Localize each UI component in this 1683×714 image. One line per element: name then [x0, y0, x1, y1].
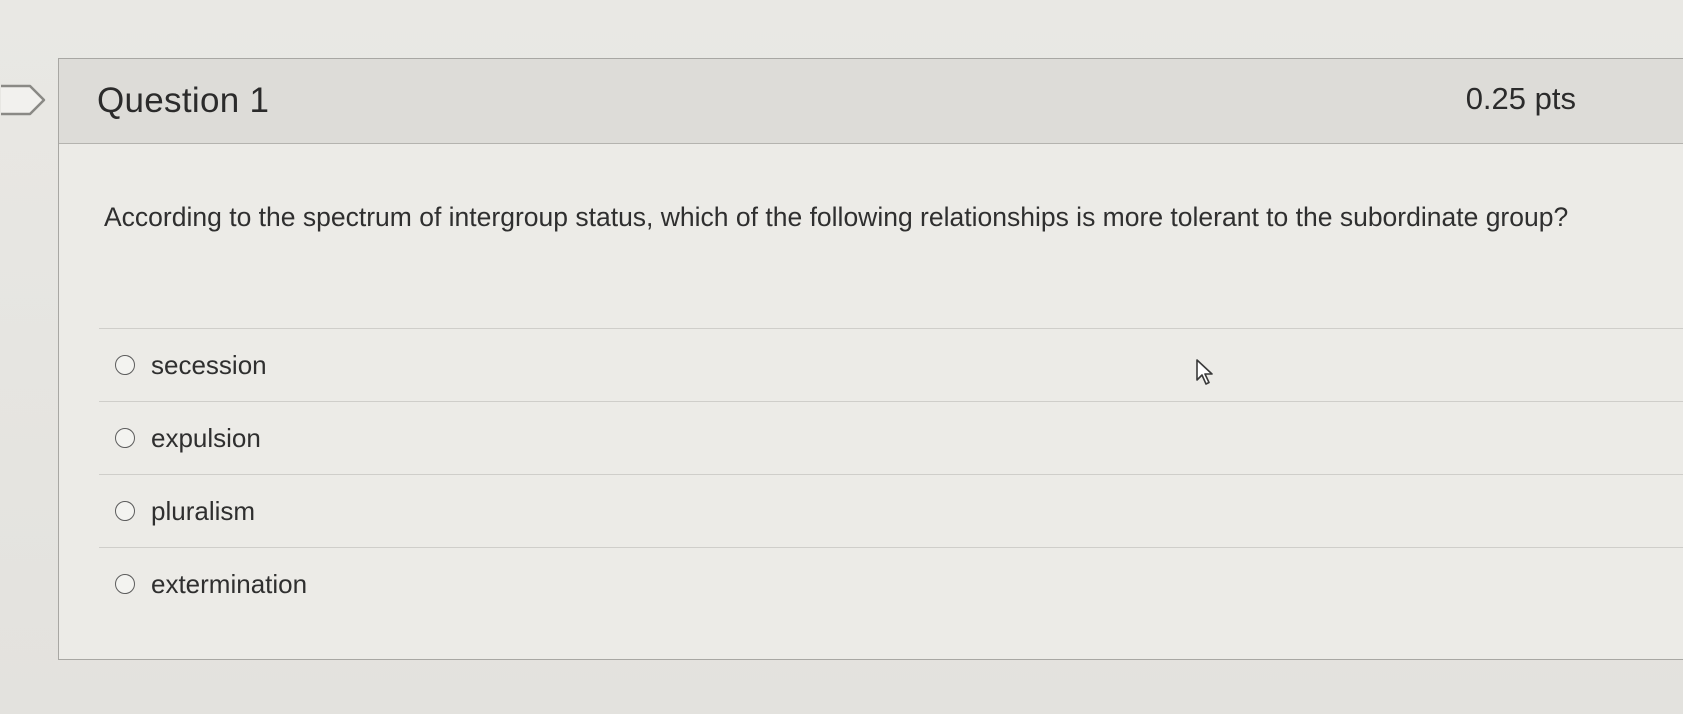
radio-button-icon[interactable]: [115, 355, 135, 375]
mouse-pointer-icon: [1196, 359, 1213, 385]
radio-button-icon[interactable]: [115, 574, 135, 594]
question-header: Question 1 0.25 pts: [59, 59, 1683, 144]
answer-option-extermination[interactable]: extermination: [99, 547, 1683, 620]
question-title: Question 1: [97, 81, 270, 120]
radio-button-icon[interactable]: [115, 501, 135, 521]
answer-list: secession expulsion pluralism exterminat…: [99, 328, 1683, 620]
answer-label: pluralism: [151, 495, 256, 526]
answer-label: extermination: [151, 568, 308, 599]
question-text: According to the spectrum of intergroup …: [104, 202, 1569, 232]
quiz-page: Question 1 0.25 pts According to the spe…: [0, 0, 1683, 714]
flag-question-icon[interactable]: [0, 84, 46, 116]
answer-label: secession: [151, 349, 267, 380]
question-points: 0.25 pts: [1465, 81, 1576, 116]
answer-option-pluralism[interactable]: pluralism: [99, 474, 1683, 547]
answer-option-secession[interactable]: secession: [99, 328, 1683, 401]
question-card: Question 1 0.25 pts According to the spe…: [58, 58, 1683, 660]
radio-button-icon[interactable]: [115, 428, 135, 448]
answer-option-expulsion[interactable]: expulsion: [99, 401, 1683, 474]
answer-label: expulsion: [151, 422, 261, 453]
